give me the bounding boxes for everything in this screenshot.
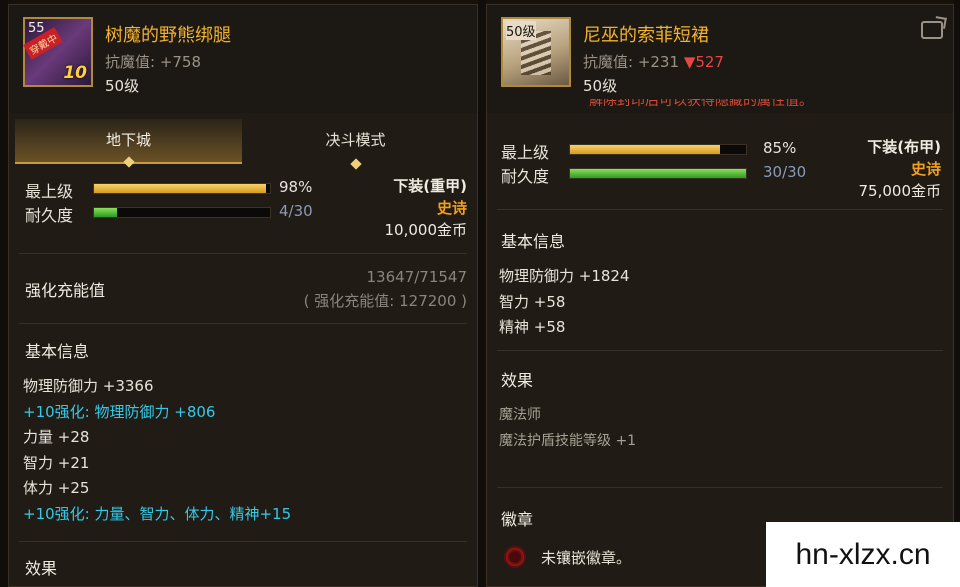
stat-list: 物理防御力 +3366 +10强化: 物理防御力 +806 力量 +28 智力 … xyxy=(23,374,291,528)
magic-resist: 抗魔值: +231 xyxy=(583,53,680,71)
durability-bar-fill xyxy=(94,208,118,217)
tab-diamond-icon xyxy=(122,156,135,168)
tab-pvp[interactable]: 决斗模式 xyxy=(242,119,469,170)
hidden-attr-hint: 解除封印后可以获得隐藏的属性值。 xyxy=(589,99,813,109)
item-level: 50级 xyxy=(583,77,618,95)
durability-label: 耐久度 xyxy=(501,167,550,186)
durability-label: 耐久度 xyxy=(25,206,74,225)
durability-bar xyxy=(93,207,271,218)
grade-bar xyxy=(93,183,271,194)
item-type: 下装(布甲) xyxy=(867,138,941,156)
item-type: 下装(重甲) xyxy=(393,177,467,195)
effect-line: 魔法护盾技能等级 +1 xyxy=(499,432,637,449)
panel-gap xyxy=(478,0,486,587)
basic-info-title: 基本信息 xyxy=(501,232,566,251)
left-edge xyxy=(0,0,8,587)
stat-list: 物理防御力 +1824 智力 +58 精神 +58 xyxy=(499,264,630,341)
effect-title: 效果 xyxy=(25,559,58,578)
grade-bar-fill xyxy=(94,184,267,193)
magic-resist: 抗魔值: +758 xyxy=(105,53,202,71)
watermark: hn-xlzx.cn xyxy=(766,522,960,587)
charge-value: 13647/71547 xyxy=(366,268,468,286)
emblem-status: 未镶嵌徽章。 xyxy=(541,549,632,567)
durability-value: 4/30 xyxy=(279,202,313,220)
durability-value: 30/30 xyxy=(763,163,807,181)
emblem-title: 徽章 xyxy=(501,510,534,529)
stat-line: 物理防御力 +1824 xyxy=(499,267,630,285)
tab-dungeon-label: 地下城 xyxy=(105,131,151,149)
left-item-tooltip: 55 穿戴中 10 树魔的野熊绑腿 抗魔值: +758 50级 地下城 决斗模式… xyxy=(8,4,478,587)
tab-pvp-label: 决斗模式 xyxy=(325,131,386,149)
grade-row: 最上级 85% xyxy=(501,139,801,162)
charge-title: 强化充能值 xyxy=(25,281,106,300)
grade-bar-fill xyxy=(570,145,720,154)
item-type-block: 下装(重甲) 史诗 10,000金币 xyxy=(385,175,468,241)
item-rarity: 史诗 xyxy=(910,160,941,178)
enhance-stat-line: +10强化: 力量、智力、体力、精神+15 xyxy=(23,504,292,523)
enhance-level-badge: 10 xyxy=(63,63,87,83)
basic-info-title: 基本信息 xyxy=(25,342,90,361)
effect-list: 魔法师 魔法护盾技能等级 +1 xyxy=(499,403,636,454)
stat-line: 体力 +25 xyxy=(23,479,90,498)
divider xyxy=(19,541,467,542)
item-rarity: 史诗 xyxy=(436,199,467,217)
divider xyxy=(19,323,467,324)
charge-total: ( 强化充能值: 127200 ) xyxy=(303,292,467,310)
item-name: 树魔的野熊绑腿 xyxy=(105,25,231,46)
grade-bar xyxy=(569,144,747,155)
grade-row: 最上级 98% xyxy=(25,178,325,201)
right-edge xyxy=(954,0,960,587)
stat-line: 精神 +58 xyxy=(499,318,566,337)
grade-label: 最上级 xyxy=(501,143,550,162)
stat-line: 智力 +58 xyxy=(499,292,566,311)
grade-value: 98% xyxy=(279,178,313,196)
charge-values: 13647/71547 ( 强化充能值: 127200 ) xyxy=(304,265,467,313)
effect-line: 魔法师 xyxy=(499,407,541,423)
mode-tabs: 地下城 决斗模式 xyxy=(15,119,469,170)
right-item-tooltip: 50级 尼巫的索菲短裙 抗魔值: +231 ▼527 50级 解除封印后可以获得… xyxy=(486,4,954,587)
left-item-header: 55 穿戴中 10 树魔的野熊绑腿 抗魔值: +758 50级 xyxy=(9,5,477,113)
magic-resist-line: 抗魔值: +231 ▼527 xyxy=(583,51,724,72)
stat-line: 智力 +21 xyxy=(23,453,90,472)
effect-title: 效果 xyxy=(501,371,534,390)
divider xyxy=(497,487,943,488)
item-type-block: 下装(布甲) 史诗 75,000金币 xyxy=(859,136,942,202)
divider xyxy=(497,350,943,351)
share-icon[interactable] xyxy=(921,21,943,39)
durability-bar xyxy=(569,168,747,179)
item-price: 10,000金币 xyxy=(384,221,468,239)
stat-line: 力量 +28 xyxy=(23,428,90,447)
durability-row: 耐久度 4/30 xyxy=(25,202,325,225)
left-item-icon[interactable]: 55 穿戴中 10 xyxy=(23,17,93,87)
right-item-icon[interactable]: 50级 xyxy=(501,17,571,87)
item-price: 75,000金币 xyxy=(858,182,942,200)
divider xyxy=(19,253,467,254)
stat-line: 物理防御力 +3366 xyxy=(23,377,154,395)
icon-level: 50级 xyxy=(506,21,536,40)
magic-resist-diff: ▼527 xyxy=(683,53,724,71)
tab-dungeon[interactable]: 地下城 xyxy=(15,119,242,168)
grade-value: 85% xyxy=(763,139,797,157)
right-item-header: 50级 尼巫的索菲短裙 抗魔值: +231 ▼527 50级 解除封印后可以获得… xyxy=(487,5,953,113)
grade-label: 最上级 xyxy=(25,182,74,201)
durability-bar-fill xyxy=(570,169,746,178)
item-level: 50级 xyxy=(105,77,140,95)
item-name: 尼巫的索菲短裙 xyxy=(583,25,709,46)
durability-row: 耐久度 30/30 xyxy=(501,163,806,186)
enhance-stat-line: +10强化: 物理防御力 +806 xyxy=(23,402,216,421)
divider xyxy=(497,209,943,210)
tab-diamond-icon xyxy=(349,158,362,170)
emblem-slot-icon[interactable] xyxy=(504,546,526,568)
